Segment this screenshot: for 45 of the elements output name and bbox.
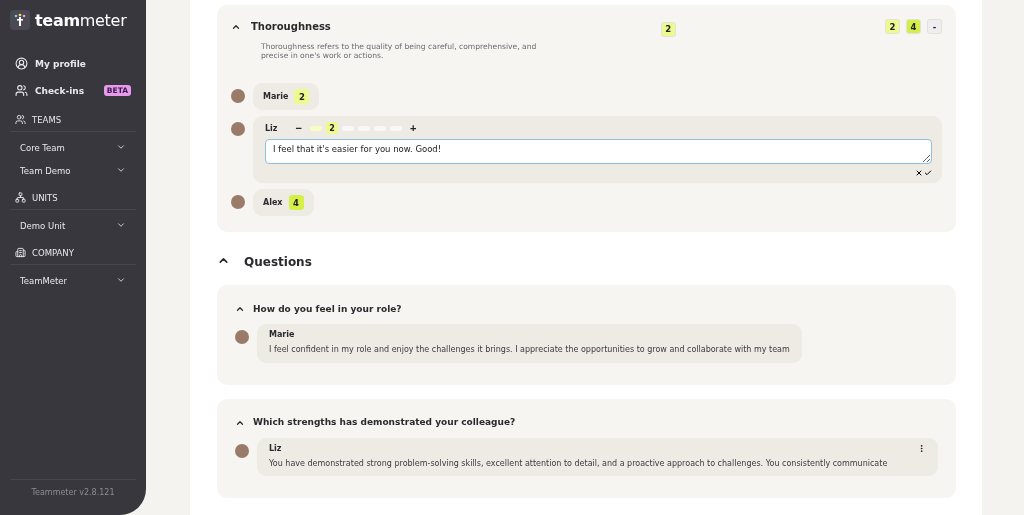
question-title: Which strengths has demonstrated your colleague? [253, 417, 516, 428]
nav-item[interactable]: My profile [10, 50, 136, 77]
decrease-button[interactable]: − [291, 122, 306, 135]
more-icon[interactable] [917, 443, 926, 453]
close-icon[interactable] [915, 169, 923, 178]
person-name: Liz [269, 443, 282, 453]
group-title: TEAMS [32, 114, 62, 125]
sidebar-item[interactable]: Core Team [10, 136, 136, 159]
logo-icon [10, 10, 30, 30]
version-text: Teammeter v2.8.121 [10, 479, 136, 497]
increase-button[interactable]: + [405, 122, 421, 135]
avatar-circle [235, 330, 249, 345]
person-name: Liz [265, 123, 278, 133]
score-badge: 2 [885, 19, 900, 35]
score-badge: 2 [660, 21, 676, 37]
answer-text: I feel confident in my role and enjoy the challenges it brings. I appreciate the opportunities to grow and collaborate with my team [269, 345, 790, 355]
sidebar-item[interactable]: TeamMeter [10, 269, 136, 292]
sidebar-item[interactable]: Team Demo [10, 159, 136, 182]
avatar-circle [231, 122, 245, 137]
scale-segment[interactable]: 2 [325, 122, 338, 135]
score-badge: 4 [288, 195, 304, 211]
user-icon [15, 57, 28, 70]
sidebar-item[interactable]: Demo Unit [10, 214, 136, 237]
hierarchy-icon [15, 192, 26, 203]
person-name: Marie [269, 330, 295, 340]
building-icon [15, 247, 26, 258]
avatar-circle [231, 195, 245, 210]
comment-field[interactable]: I feel that it's easier for you now. Good! [265, 139, 932, 165]
score-badge: 2 [294, 89, 310, 105]
section-title: Questions [244, 254, 312, 269]
group-icon [15, 114, 26, 125]
person-name: Marie [263, 92, 289, 102]
question-title: How do you feel in your role? [253, 303, 402, 314]
score-badge: - [927, 19, 942, 35]
group-title: COMPANY [32, 247, 74, 258]
users-icon [15, 84, 28, 97]
answer-text: You have demonstrated strong problem-solving skills, excellent attention to detail, and a proactive approach to challenges. You consistently communicate [269, 458, 889, 469]
avatar-circle [235, 443, 249, 458]
logo-text: teammeter [35, 10, 127, 30]
competency-title: Thoroughness [251, 21, 331, 33]
person-name: Alex [263, 198, 283, 208]
group-title: UNITS [32, 192, 58, 203]
score-badge: 4 [906, 19, 921, 35]
check-icon[interactable] [924, 169, 932, 178]
avatar-circle [231, 89, 245, 104]
